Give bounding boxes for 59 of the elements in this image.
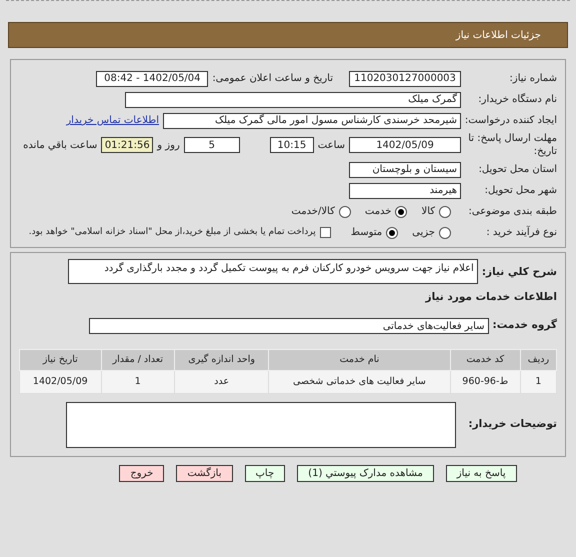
column-header: واحد اندازه گیری [174, 349, 269, 370]
field-label: مهلت ارسال پاسخ: تا تاریخ: [467, 132, 557, 158]
field-label: توضیحات خریدار: [468, 417, 557, 432]
table-cell: سایر فعالیت های خدماتی شخصی [268, 370, 450, 394]
field-label: شماره نیاز: [508, 72, 557, 86]
action-button[interactable]: خروج [119, 465, 164, 482]
column-header: ردیف [520, 349, 556, 370]
radio-button[interactable] [439, 206, 451, 218]
column-header: کد خدمت [450, 349, 520, 370]
table-cell: 1 [101, 370, 175, 394]
option-label: خدمت [364, 205, 392, 219]
column-header: تاریخ نیاز [20, 349, 102, 370]
description-box: اعلام نیاز جهت سرویس خودرو کارکنان فرم به پیوست تکمیل گردد و مجدد بارگذاری گردد [68, 259, 478, 284]
table-cell: 1 [520, 370, 556, 394]
action-button[interactable]: بازگشت [176, 465, 232, 482]
field-label: نوع فرآیند خرید : [485, 225, 557, 240]
action-button[interactable]: مشاهده مدارک پیوستي (1) [297, 465, 434, 482]
field-label: استان محل تحویل: [478, 163, 557, 177]
field-label: ایجاد کننده درخواست: [465, 114, 557, 128]
field-value: 1402/05/09 [349, 137, 461, 153]
table-cell: 1402/05/09 [20, 370, 102, 394]
contact-link[interactable]: اطلاعات تماس خریدار [66, 113, 159, 128]
field-label: ساعت باقي مانده [23, 138, 98, 152]
field-value: 1102030127000003 [349, 70, 461, 86]
field-label: شهر محل تحویل: [484, 184, 557, 198]
option-label: کالا [421, 205, 435, 219]
field-value: گمرک میلک [125, 92, 461, 108]
column-header: تعداد / مقدار [101, 349, 175, 370]
radio-button[interactable] [338, 206, 351, 218]
field-label: تاریخ و ساعت اعلان عمومی: [212, 72, 333, 86]
field-value: هیرمند [349, 182, 461, 198]
field-value: 5 [184, 137, 240, 153]
field-label: شرح کلي نياز: [482, 265, 557, 280]
field-label: ساعت [318, 138, 345, 152]
column-header: نام خدمت [268, 349, 450, 370]
section-heading: اطلاعات خدمات مورد نیاز [424, 290, 557, 305]
page-header: جزئیات اطلاعات نیاز [8, 22, 568, 48]
field-value: 1402/05/04 - 08:42 [96, 70, 208, 86]
option-label: متوسط [350, 226, 382, 240]
option-label: جزیی [412, 226, 435, 240]
checkbox[interactable] [320, 227, 331, 238]
table-cell: ط-96-960 [450, 370, 520, 394]
field-value: سایر فعالیت‌های خدماتی [88, 318, 489, 334]
action-button[interactable]: پاسخ به نیاز [446, 465, 517, 482]
checkbox-label: پرداخت تمام یا بخشی از مبلغ خرید،از محل "اسناد خزانه اسلامی" خواهد بود. [28, 226, 316, 239]
field-value: سیستان و بلوچستان [349, 162, 461, 178]
field-label: گروه خدمت: [492, 318, 557, 334]
action-button[interactable]: چاپ [244, 465, 286, 482]
field-label: روز و [157, 138, 180, 152]
field-value: 10:15 [270, 137, 314, 153]
field-value: شیرمحد خرسندی کارشناس مسول امور مالی گمرک میلک [163, 112, 461, 128]
table-cell: عدد [174, 370, 269, 394]
radio-button[interactable] [386, 226, 398, 238]
field-label: نام دستگاه خریدار: [477, 92, 557, 107]
radio-button[interactable] [439, 226, 451, 238]
radio-button[interactable] [395, 206, 408, 218]
countdown-value: 01:21:56 [101, 137, 154, 153]
field-label: طبقه بندی موضوعی: [468, 205, 557, 219]
option-label: کالا/خدمت [291, 205, 335, 219]
